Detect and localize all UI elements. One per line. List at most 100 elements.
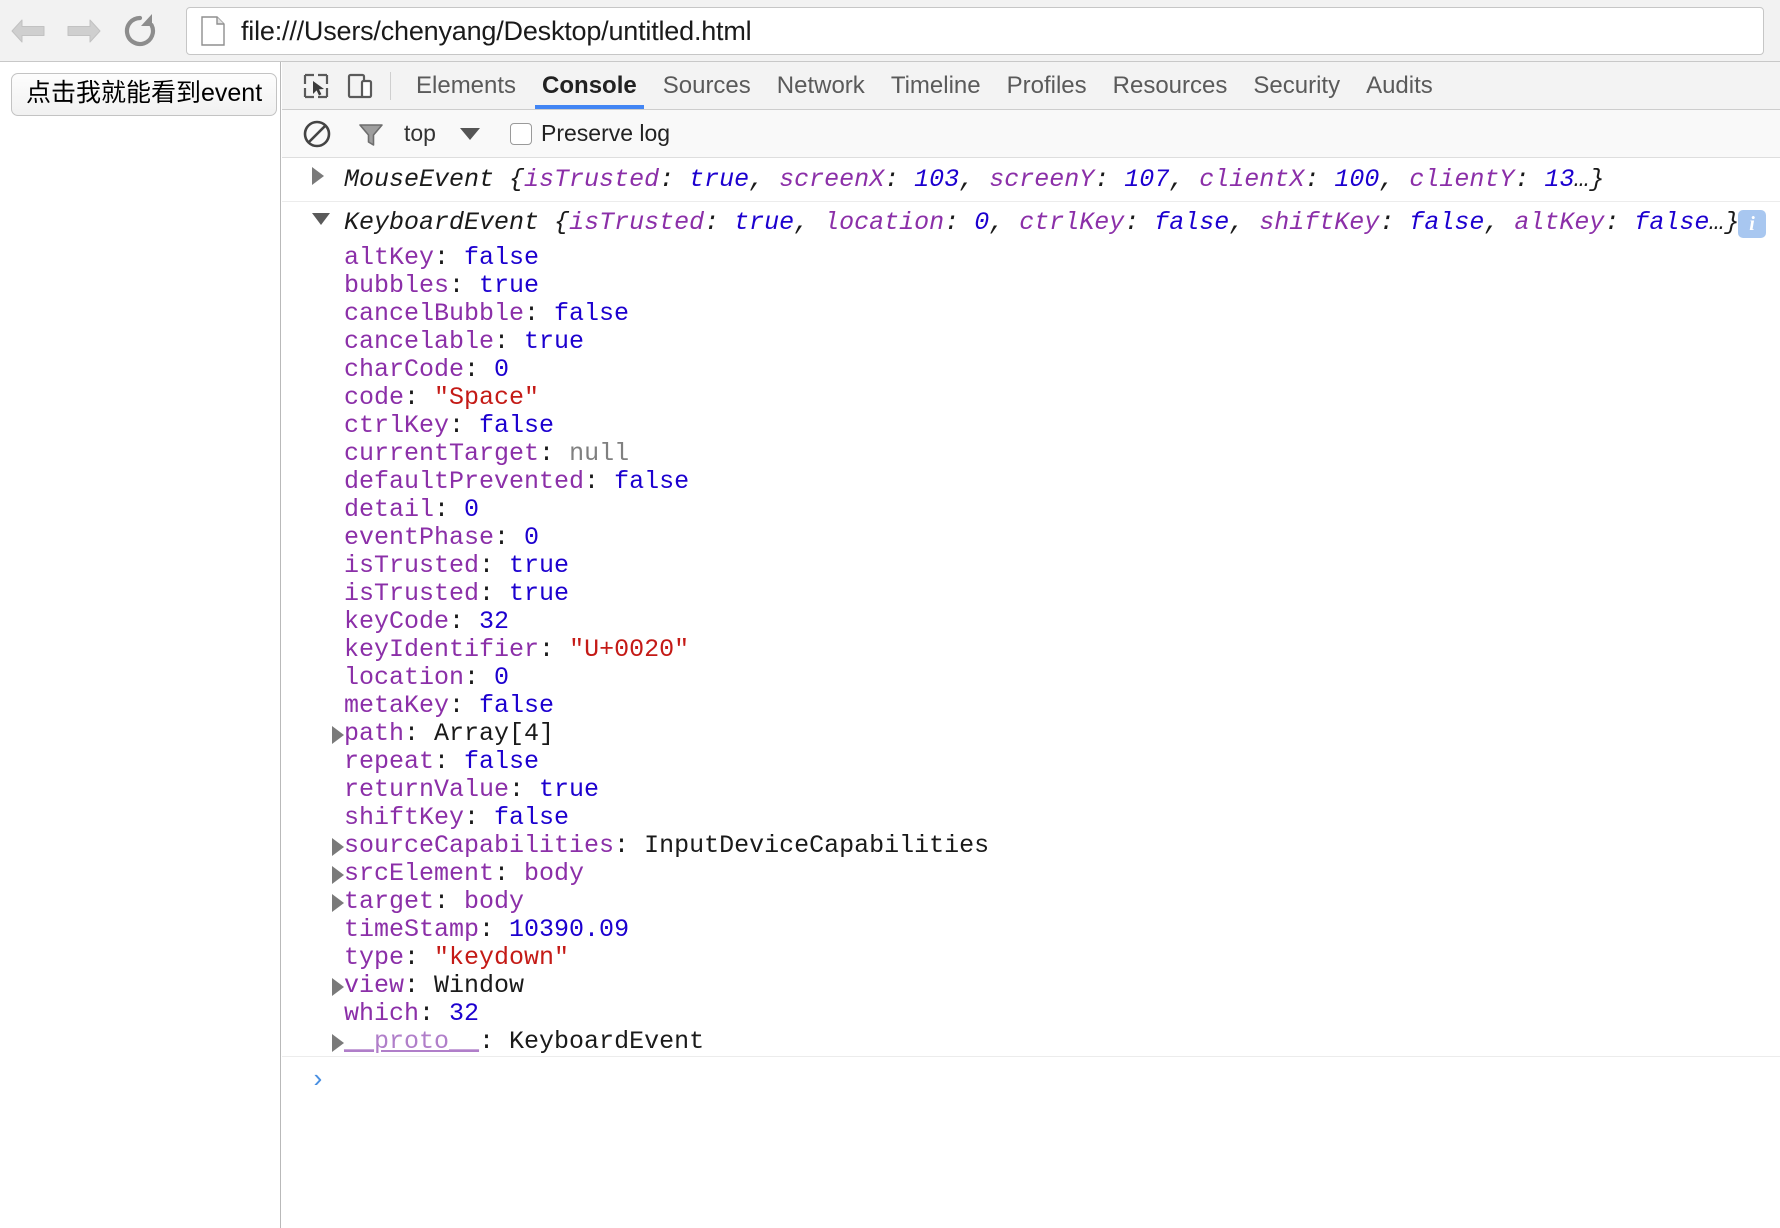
preview-key: screenY: [989, 165, 1095, 194]
property-name: charCode: [344, 355, 465, 384]
object-property-row[interactable]: defaultPrevented: false: [282, 468, 1780, 496]
forward-button[interactable]: [56, 0, 112, 62]
preserve-log-checkbox[interactable]: [509, 122, 532, 145]
object-property-row[interactable]: isTrusted: true: [282, 580, 1780, 608]
object-property-row[interactable]: altKey: false: [282, 244, 1780, 272]
property-separator: :: [449, 607, 480, 636]
property-name: bubbles: [344, 271, 450, 300]
object-property-row[interactable]: shiftKey: false: [282, 804, 1780, 832]
tab-console[interactable]: Console: [529, 62, 650, 109]
property-separator: :: [404, 719, 435, 748]
execution-context-select[interactable]: top: [404, 120, 436, 147]
device-toolbar-icon: [347, 73, 373, 98]
filter-button[interactable]: [350, 113, 392, 155]
tab-audits[interactable]: Audits: [1353, 62, 1446, 109]
property-separator: :: [509, 775, 540, 804]
object-property-row[interactable]: path: Array[4]: [282, 720, 1780, 748]
object-property-row[interactable]: currentTarget: null: [282, 440, 1780, 468]
property-name: which: [344, 999, 420, 1028]
preview-key: isTrusted: [569, 208, 705, 237]
property-separator: :: [494, 523, 525, 552]
tab-network[interactable]: Network: [764, 62, 878, 109]
object-property-row[interactable]: detail: 0: [282, 496, 1780, 524]
object-property-row[interactable]: isTrusted: true: [282, 552, 1780, 580]
property-value: "keydown": [434, 943, 570, 972]
tab-sources[interactable]: Sources: [650, 62, 764, 109]
property-value: false: [554, 299, 630, 328]
tab-timeline[interactable]: Timeline: [878, 62, 994, 109]
info-badge[interactable]: i: [1738, 210, 1766, 238]
console-message-keyboardevent[interactable]: KeyboardEvent {isTrusted: true, location…: [282, 202, 1780, 244]
object-property-row[interactable]: view: Window: [282, 972, 1780, 1000]
property-value: "Space": [434, 383, 540, 412]
property-separator: :: [434, 495, 465, 524]
truncation-ellipsis: …}: [1709, 208, 1740, 237]
reload-icon: [124, 13, 156, 46]
property-name: timeStamp: [344, 915, 480, 944]
console-message-mouseevent[interactable]: MouseEvent {isTrusted: true, screenX: 10…: [282, 159, 1780, 202]
inspect-element-icon: [303, 73, 329, 98]
preview-value: 100: [1334, 165, 1380, 194]
object-property-row[interactable]: ctrlKey: false: [282, 412, 1780, 440]
object-property-row[interactable]: repeat: false: [282, 748, 1780, 776]
object-property-row[interactable]: keyCode: 32: [282, 608, 1780, 636]
mouseevent-summary: MouseEvent {isTrusted: true, screenX: 10…: [344, 165, 1605, 194]
console-input-prompt[interactable]: ›: [282, 1056, 1780, 1102]
property-name: shiftKey: [344, 803, 465, 832]
property-value: 10390.09: [509, 915, 630, 944]
property-value: true: [479, 271, 540, 300]
property-value: 0: [494, 663, 510, 692]
preserve-log-label[interactable]: Preserve log: [541, 120, 670, 147]
disclosure-triangle-collapsed-icon[interactable]: [332, 1034, 344, 1052]
preview-key: screenX: [779, 165, 885, 194]
preview-key: isTrusted: [524, 165, 660, 194]
property-value: true: [539, 775, 600, 804]
truncation-ellipsis: …}: [1574, 165, 1605, 194]
object-property-row[interactable]: type: "keydown": [282, 944, 1780, 972]
disclosure-triangle-collapsed-icon[interactable]: [332, 838, 344, 856]
property-separator: :: [449, 691, 480, 720]
reload-button[interactable]: [112, 0, 168, 62]
property-name: repeat: [344, 747, 435, 776]
tab-resources[interactable]: Resources: [1100, 62, 1241, 109]
object-property-row[interactable]: which: 32: [282, 1000, 1780, 1028]
property-value: true: [509, 551, 570, 580]
object-property-row[interactable]: timeStamp: 10390.09: [282, 916, 1780, 944]
chevron-down-icon[interactable]: [459, 127, 480, 140]
object-property-row[interactable]: target: body: [282, 888, 1780, 916]
back-button[interactable]: [0, 0, 56, 62]
inspect-element-button[interactable]: [294, 64, 338, 108]
clear-console-button[interactable]: [296, 113, 338, 155]
tab-security[interactable]: Security: [1240, 62, 1353, 109]
console-message-list[interactable]: MouseEvent {isTrusted: true, screenX: 10…: [282, 159, 1780, 1228]
object-property-row[interactable]: cancelBubble: false: [282, 300, 1780, 328]
disclosure-triangle-collapsed-icon[interactable]: [332, 894, 344, 912]
open-brace: {: [539, 208, 570, 237]
device-toolbar-button[interactable]: [338, 64, 382, 108]
disclosure-triangle-collapsed-icon[interactable]: [332, 866, 344, 884]
object-property-row[interactable]: keyIdentifier: "U+0020": [282, 636, 1780, 664]
property-name: returnValue: [344, 775, 510, 804]
object-property-row[interactable]: location: 0: [282, 664, 1780, 692]
disclosure-triangle-collapsed-icon[interactable]: [332, 978, 344, 996]
property-value: Window: [434, 971, 525, 1000]
object-property-row[interactable]: srcElement: body: [282, 860, 1780, 888]
address-bar[interactable]: file:///Users/chenyang/Desktop/untitled.…: [186, 7, 1764, 55]
show-event-button[interactable]: 点击我就能看到event: [11, 73, 278, 116]
tab-elements[interactable]: Elements: [403, 62, 529, 109]
property-name: cancelBubble: [344, 299, 525, 328]
object-property-row[interactable]: returnValue: true: [282, 776, 1780, 804]
object-property-row[interactable]: __proto__: KeyboardEvent: [282, 1028, 1780, 1056]
object-property-row[interactable]: charCode: 0: [282, 356, 1780, 384]
object-property-row[interactable]: metaKey: false: [282, 692, 1780, 720]
tab-profiles[interactable]: Profiles: [994, 62, 1100, 109]
object-property-row[interactable]: eventPhase: 0: [282, 524, 1780, 552]
object-property-row[interactable]: sourceCapabilities: InputDeviceCapabilit…: [282, 832, 1780, 860]
property-separator: :: [479, 915, 510, 944]
object-property-row[interactable]: code: "Space": [282, 384, 1780, 412]
disclosure-triangle-collapsed-icon[interactable]: [332, 726, 344, 744]
object-property-row[interactable]: cancelable: true: [282, 328, 1780, 356]
property-name: view: [344, 971, 405, 1000]
property-value: 32: [479, 607, 510, 636]
object-property-row[interactable]: bubbles: true: [282, 272, 1780, 300]
